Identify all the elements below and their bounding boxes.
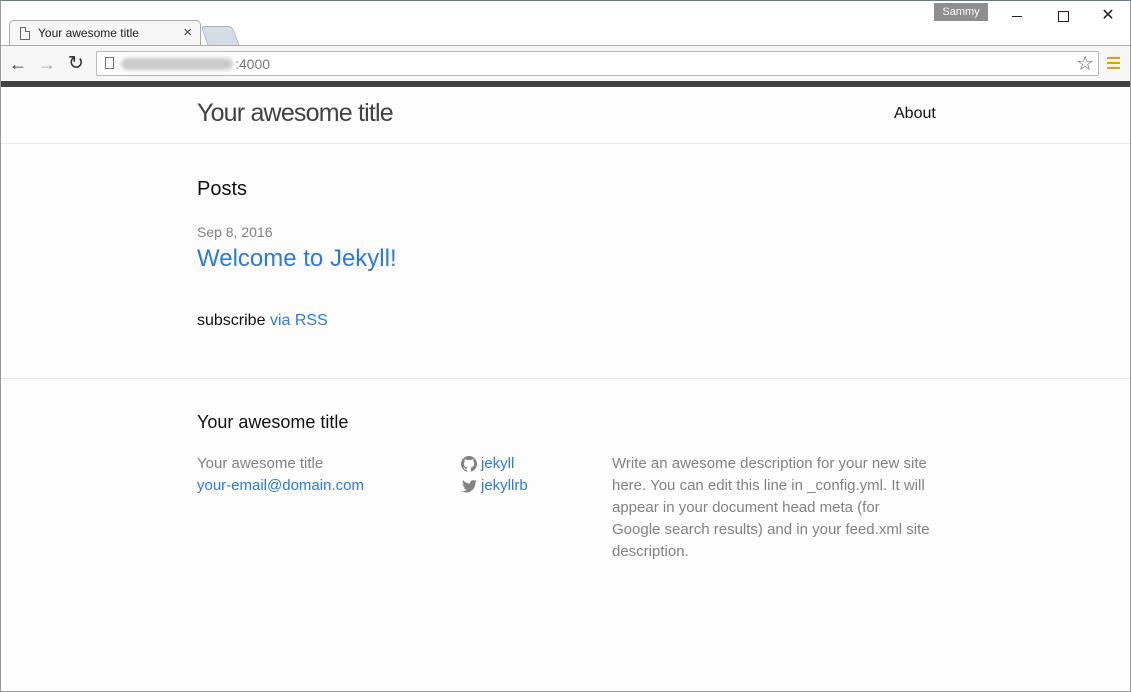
page-icon (20, 27, 30, 40)
hamburger-menu-icon[interactable] (1107, 57, 1120, 70)
footer-contact: Your awesome title your-email@domain.com (197, 453, 364, 497)
browser-tab[interactable]: Your awesome title × (9, 20, 201, 46)
new-tab-button[interactable] (200, 26, 240, 45)
maximize-button[interactable] (1041, 5, 1085, 27)
profile-badge[interactable]: Sammy (934, 3, 988, 21)
site-title[interactable]: Your awesome title (197, 99, 394, 128)
github-link[interactable]: jekyll (481, 453, 514, 475)
url-text[interactable]: :4000 (235, 56, 270, 72)
close-window-button[interactable]: ✕ (1086, 5, 1130, 27)
reload-icon[interactable]: ↻ (66, 54, 86, 74)
github-icon (461, 456, 477, 472)
tab-title: Your awesome title (38, 26, 139, 40)
nav-about-link[interactable]: About (894, 105, 936, 123)
rss-link[interactable]: via RSS (270, 312, 328, 329)
arrow-left-icon[interactable]: ← (8, 54, 28, 74)
site-description: Write an awesome description for your ne… (612, 455, 930, 560)
maximize-icon (1058, 11, 1069, 22)
page-icon (105, 57, 114, 69)
footer-heading: Your awesome title (197, 412, 349, 432)
twitter-social: jekyllrb (461, 475, 528, 497)
star-icon[interactable]: ☆ (1076, 52, 1094, 76)
page-content: Posts Sep 8, 2016 Welcome to Jekyll! sub… (1, 144, 1130, 378)
footer-name: Your awesome title (197, 455, 324, 472)
arrow-right-icon[interactable]: → (37, 54, 57, 74)
post-date: Sep 8, 2016 (197, 224, 273, 240)
minimize-icon (1012, 16, 1022, 17)
close-tab-icon[interactable]: × (183, 24, 192, 42)
footer-social: jekyll jekyllrb (461, 453, 528, 497)
post-title-link[interactable]: Welcome to Jekyll! (197, 245, 397, 273)
posts-heading: Posts (197, 178, 248, 200)
site-footer: Your awesome title Your awesome title yo… (1, 378, 1130, 691)
site-header: Your awesome title About (1, 87, 1130, 144)
github-social: jekyll (461, 453, 528, 475)
twitter-link[interactable]: jekyllrb (481, 475, 528, 497)
footer-email-link[interactable]: your-email@domain.com (197, 475, 364, 497)
browser-toolbar: ← → ↻ :4000 ☆ (1, 45, 1130, 81)
redacted-host (121, 58, 233, 70)
title-bar: Your awesome title × Sammy ✕ (1, 1, 1130, 46)
subscribe-text: subscribe via RSS (197, 312, 328, 330)
subscribe-label: subscribe (197, 312, 266, 329)
minimize-button[interactable] (996, 5, 1040, 27)
address-bar[interactable]: :4000 ☆ (96, 51, 1099, 76)
twitter-icon (461, 479, 477, 493)
browser-window: Your awesome title × Sammy ✕ ← → ↻ :4000… (0, 0, 1131, 692)
